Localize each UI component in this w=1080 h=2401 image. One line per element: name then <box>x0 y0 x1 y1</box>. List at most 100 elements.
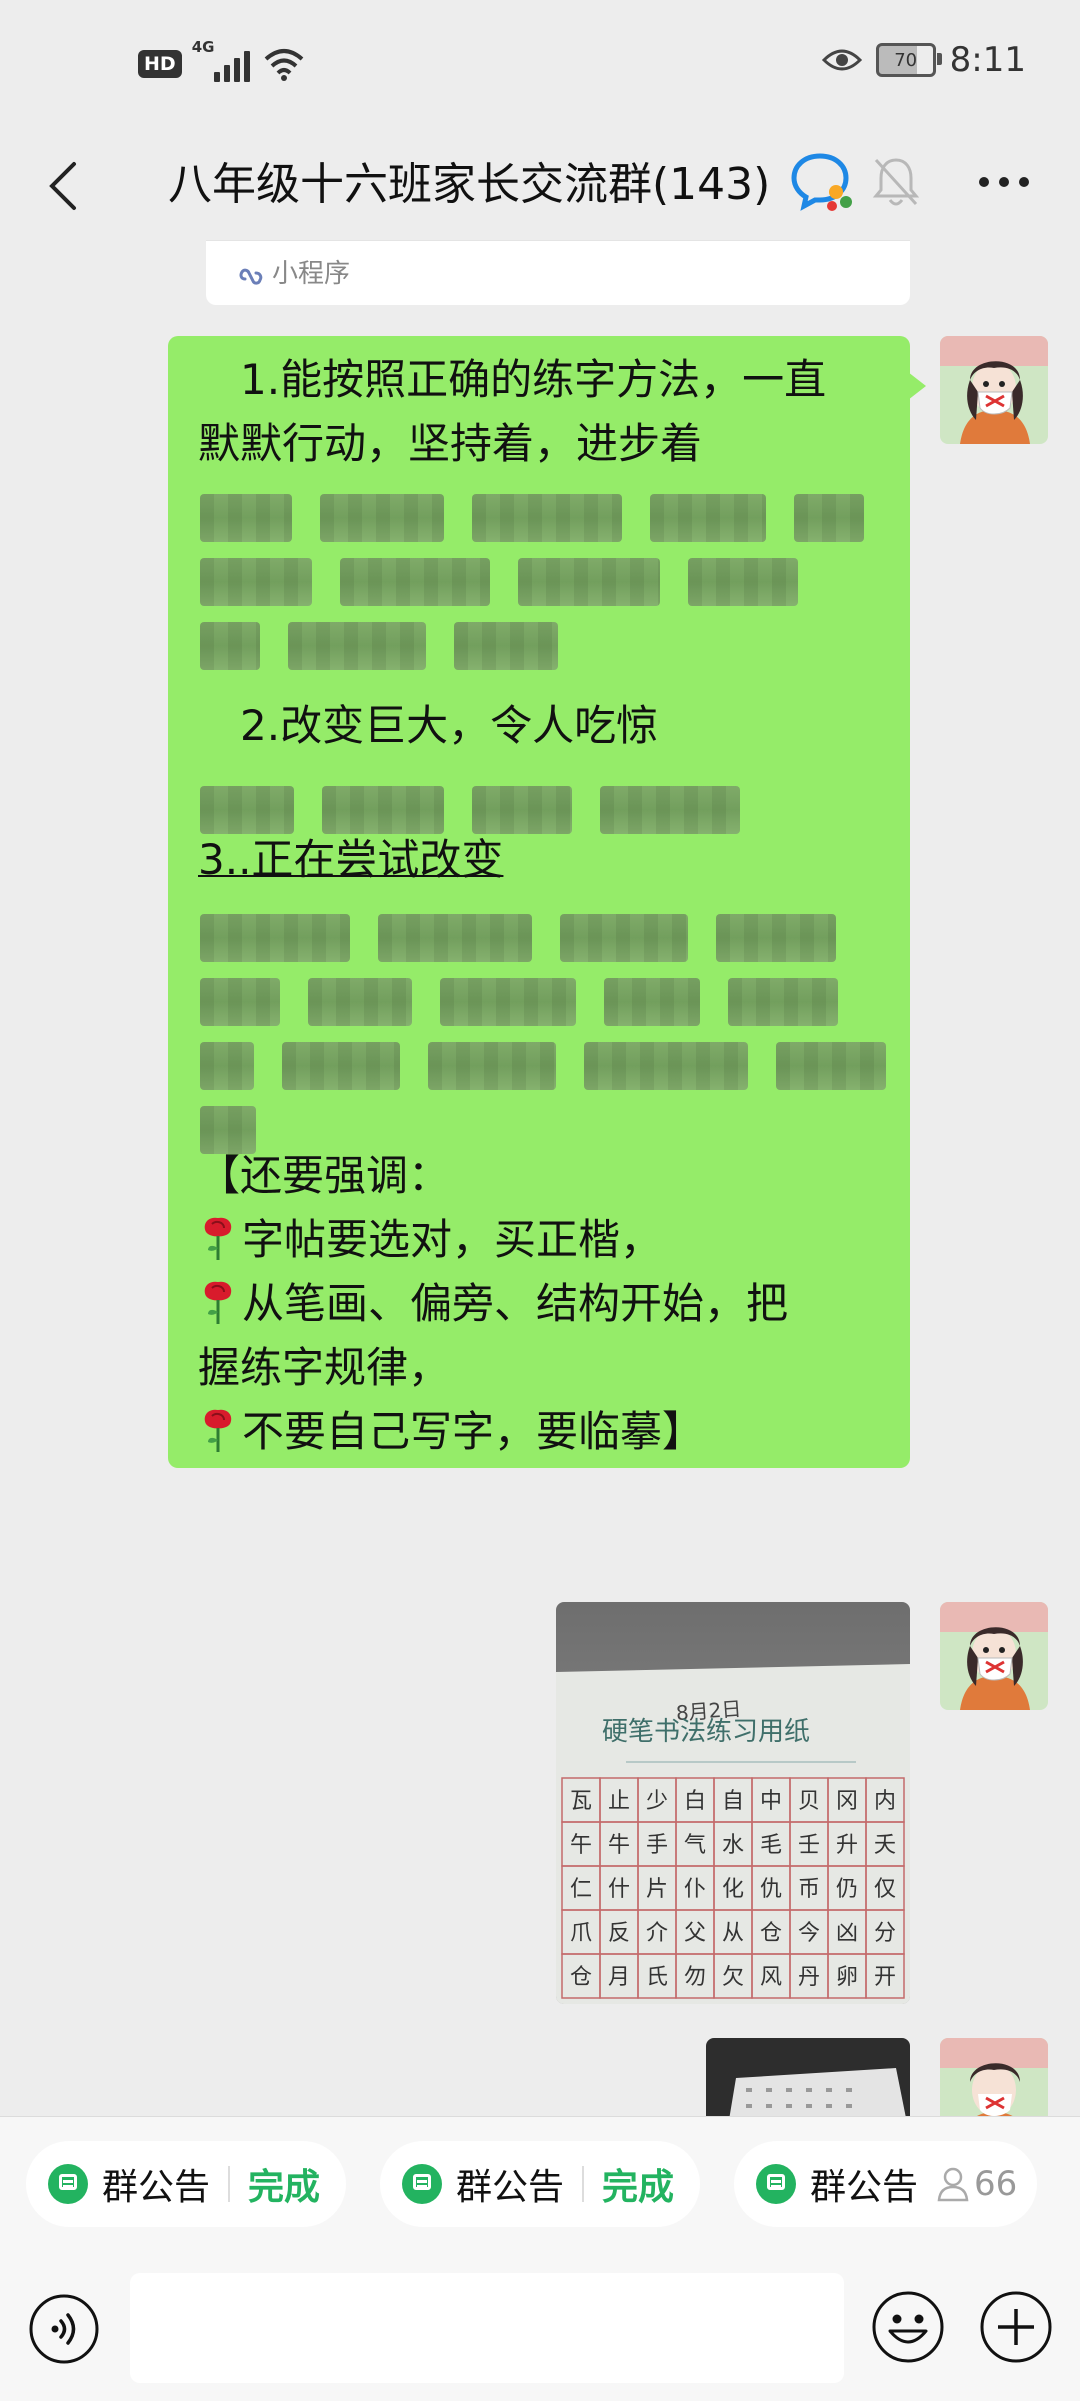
group-notice-chip[interactable]: 群公告 完成 <box>26 2141 347 2227</box>
blurred-text <box>200 786 740 834</box>
message-bubble[interactable]: 1.能按照正确的练字方法，一直 默默行动，坚持着，进步着 2.改变巨大，令人吃惊… <box>168 336 926 1468</box>
practice-character: 少 <box>646 1789 668 1814</box>
practice-sheet-title: 硬笔书法练习用纸 <box>602 1717 810 1747</box>
group-notice-chip[interactable]: 群公告 完成 <box>380 2141 701 2227</box>
mute-bell-icon <box>868 152 924 212</box>
hd-badge: HD <box>138 50 182 78</box>
notice-icon <box>48 2164 88 2204</box>
practice-character: 仅 <box>874 1877 896 1902</box>
practice-character: 气 <box>684 1833 706 1858</box>
status-left: HD 4G <box>138 38 304 84</box>
practice-character: 贝 <box>798 1789 820 1814</box>
add-button[interactable] <box>978 2289 1054 2365</box>
message-text: 从笔画、偏旁、结构开始，把 <box>242 1279 789 1328</box>
photo-message[interactable]: 8月2日 硬笔书法练习用纸 瓦止少白自中贝冈内午牛手气水毛壬升夭仁什片仆化仇币仍… <box>556 1602 910 2004</box>
voice-button[interactable] <box>28 2293 100 2365</box>
practice-character: 升 <box>836 1833 858 1858</box>
chip-divider <box>228 2166 231 2202</box>
battery-level: 70 <box>894 49 918 71</box>
eye-icon <box>821 49 862 71</box>
practice-character: 水 <box>722 1833 744 1858</box>
practice-character: 父 <box>684 1921 706 1946</box>
voice-icon <box>29 2294 99 2364</box>
practice-character: 分 <box>874 1921 896 1946</box>
message-text: 不要自己写字，要临摹】 <box>242 1407 705 1456</box>
avatar[interactable] <box>940 1602 1048 1710</box>
blurred-text <box>200 558 798 606</box>
plus-icon <box>980 2291 1052 2363</box>
practice-character: 欠 <box>722 1965 744 1990</box>
bottom-panel: 群公告 完成 群公告 完成 群公告 66 <box>0 2116 1080 2401</box>
practice-character: 爪 <box>570 1921 592 1946</box>
message-line: 【还要强调： <box>198 1151 451 1200</box>
practice-character: 壬 <box>798 1833 820 1858</box>
notice-icon <box>756 2164 796 2204</box>
chip-label: 群公告 <box>810 2167 919 2208</box>
practice-character: 今 <box>798 1921 820 1946</box>
done-button[interactable]: 完成 <box>248 2158 320 2210</box>
practice-character: 仓 <box>570 1965 592 1990</box>
mini-program-card[interactable]: 小程序 <box>206 240 910 305</box>
blurred-text <box>200 1042 886 1090</box>
practice-character: 反 <box>608 1921 630 1946</box>
practice-character: 仍 <box>836 1877 858 1902</box>
status-right: 70 8:11 <box>821 40 1026 80</box>
emoji-button[interactable] <box>870 2289 946 2365</box>
message-input[interactable] <box>130 2273 844 2383</box>
chat-title[interactable]: 八年级十六班家长交流群(143) <box>168 148 770 224</box>
avatar[interactable] <box>940 2038 1048 2116</box>
message-line: 3..正在尝试改变 <box>198 835 504 884</box>
blurred-text <box>200 914 836 962</box>
back-arrow-icon <box>49 162 76 210</box>
practice-character: 月 <box>608 1965 630 1990</box>
chip-divider <box>582 2166 585 2202</box>
avatar[interactable] <box>940 336 1048 444</box>
notice-icon <box>402 2164 442 2204</box>
practice-character: 介 <box>646 1921 668 1946</box>
chat-messages[interactable]: 小程序 1.能按照正确的练字方法，一直 默默行动，坚持着，进步着 2.改变巨大，… <box>0 240 1080 2116</box>
more-icon <box>979 177 1029 187</box>
blurred-text <box>200 622 558 670</box>
clock: 8:11 <box>949 40 1026 80</box>
practice-character: 化 <box>722 1877 744 1902</box>
emoji-icon <box>872 2291 944 2363</box>
message-line: 握练字规律， <box>198 1343 451 1392</box>
practice-character: 仇 <box>760 1877 782 1902</box>
practice-character: 午 <box>570 1833 592 1858</box>
practice-character: 勿 <box>684 1965 706 1990</box>
blurred-text <box>200 978 838 1026</box>
practice-character: 白 <box>684 1789 706 1814</box>
message-line: 2.改变巨大，令人吃惊 <box>198 701 659 750</box>
rose-icon <box>204 1281 232 1324</box>
practice-character: 什 <box>608 1877 630 1902</box>
practice-character: 从 <box>722 1921 744 1946</box>
practice-character: 手 <box>646 1833 668 1858</box>
practice-character: 凶 <box>836 1921 858 1946</box>
network-type: 4G <box>191 38 215 56</box>
practice-character: 币 <box>798 1877 820 1902</box>
back-button[interactable] <box>28 148 104 224</box>
rose-icon <box>204 1409 232 1452</box>
practice-character: 氏 <box>646 1965 668 1990</box>
blurred-text <box>200 494 864 542</box>
message-line: 不要自己写字，要临摹】 <box>198 1400 704 1464</box>
practice-character: 毛 <box>760 1833 782 1858</box>
signal-icon: 4G <box>192 38 254 84</box>
rose-icon <box>204 1217 232 1260</box>
message-line: 从笔画、偏旁、结构开始，把 <box>198 1272 788 1336</box>
photo-message[interactable] <box>706 2038 910 2116</box>
practice-character: 牛 <box>608 1833 630 1858</box>
wifi-icon <box>264 49 304 81</box>
practice-character: 内 <box>874 1789 896 1814</box>
status-bar: HD 4G 70 8:11 <box>0 0 1080 130</box>
done-button[interactable]: 完成 <box>602 2158 674 2210</box>
practice-character: 仁 <box>570 1877 592 1902</box>
more-button[interactable] <box>966 152 1042 212</box>
practice-character: 仓 <box>760 1921 782 1946</box>
chip-label: 群公告 <box>102 2167 211 2208</box>
group-notice-chip[interactable]: 群公告 66 <box>734 2141 1038 2227</box>
group-chat-icon[interactable] <box>790 150 854 214</box>
practice-character: 片 <box>646 1877 668 1902</box>
practice-character: 卵 <box>836 1965 858 1990</box>
mini-program-label: 小程序 <box>272 259 351 289</box>
